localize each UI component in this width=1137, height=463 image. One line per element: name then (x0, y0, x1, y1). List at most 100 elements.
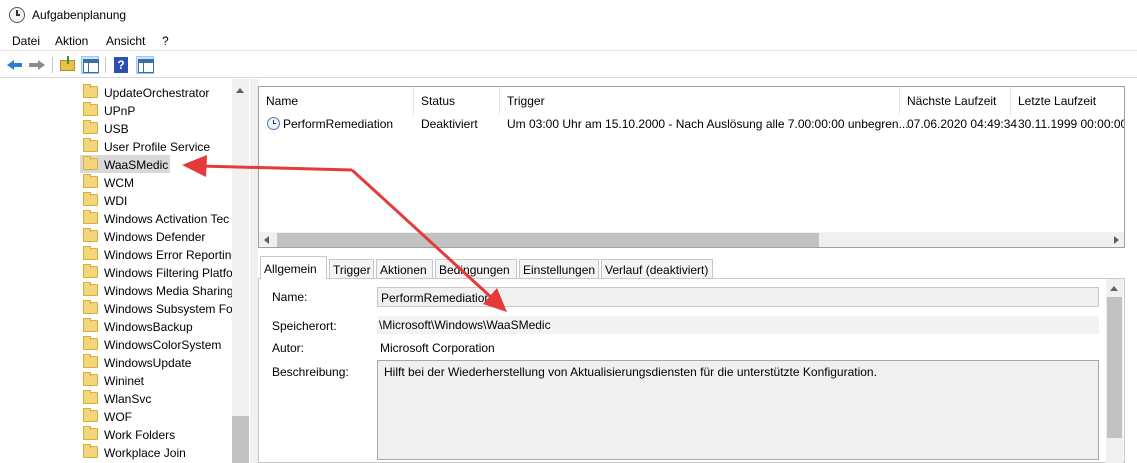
tree-item-windows-filtering-platform[interactable]: Windows Filtering Platfo (80, 263, 233, 281)
tree-item-waasmedic[interactable]: WaaSMedic (80, 155, 170, 173)
location-label: Speicherort: (272, 319, 337, 333)
toolbar-separator (52, 57, 53, 73)
task-last-run: 30.11.1999 00:00:00 (1018, 117, 1125, 131)
menu-help[interactable]: ? (160, 34, 171, 48)
tree-item-label: Wininet (104, 374, 145, 388)
folder-icon (83, 174, 98, 188)
tree-item-wcm[interactable]: WCM (80, 173, 232, 191)
tree-item-label: Windows Defender (104, 230, 206, 244)
back-button[interactable] (6, 56, 24, 74)
name-label: Name: (272, 290, 308, 304)
tree-item-wdi[interactable]: WDI (80, 191, 232, 209)
tree-item-windows-error-reporting[interactable]: Windows Error Reporting (80, 245, 238, 263)
column-header-name[interactable]: Name (259, 87, 414, 115)
pane-splitter[interactable] (250, 79, 258, 463)
folder-icon (83, 444, 98, 458)
description-label: Beschreibung: (272, 365, 349, 379)
author-label: Autor: (272, 341, 305, 355)
show-hide-action-pane-button[interactable] (136, 56, 154, 74)
tree-item-label: WindowsUpdate (104, 356, 192, 370)
task-list-horizontal-scrollbar[interactable] (259, 232, 1124, 247)
tree-item-updateorchestrator[interactable]: UpdateOrchestrator (80, 83, 232, 101)
help-button[interactable]: ? (112, 56, 130, 74)
console-tree: UpdateOrchestrator UPnP USB User Profile… (0, 79, 249, 463)
menu-aktion[interactable]: Aktion (53, 34, 90, 48)
show-hide-pane-icon (83, 59, 99, 73)
tab-einstellungen[interactable]: Einstellungen (519, 259, 599, 278)
tree-item-label: Windows Error Reporting (104, 248, 239, 262)
table-row[interactable]: PerformRemediation Deaktiviert Um 03:00 … (259, 115, 1125, 133)
menu-datei[interactable]: Datei (10, 34, 42, 48)
tab-allgemein[interactable]: Allgemein (260, 256, 327, 279)
location-field[interactable]: \Microsoft\Windows\WaaSMedic (377, 316, 1099, 334)
window-title: Aufgabenplanung (32, 8, 127, 22)
tree-item-windowscolorsystem[interactable]: WindowsColorSystem (80, 335, 232, 353)
column-header-status[interactable]: Status (414, 87, 500, 115)
scroll-right-icon[interactable] (1114, 236, 1119, 244)
folder-icon (83, 336, 98, 350)
tree-item-windows-media-sharing[interactable]: Windows Media Sharing (80, 281, 234, 299)
tree-item-label: Windows Filtering Platfo (104, 266, 233, 280)
tab-bedingungen[interactable]: Bedingungen (435, 259, 517, 278)
folder-up-icon (60, 56, 75, 71)
column-header-next-run[interactable]: Nächste Laufzeit (900, 87, 1011, 115)
tree-item-windows-activation[interactable]: Windows Activation Tec (80, 209, 232, 227)
folder-icon (83, 210, 98, 224)
tree-item-user-profile-service[interactable]: User Profile Service (80, 137, 232, 155)
folder-icon (83, 318, 98, 332)
folder-icon (83, 354, 98, 368)
tree-item-windowsbackup[interactable]: WindowsBackup (80, 317, 232, 335)
scrollbar-thumb[interactable] (232, 416, 249, 463)
column-header-trigger[interactable]: Trigger (500, 87, 900, 115)
tree-item-upnp[interactable]: UPnP (80, 101, 232, 119)
task-details: Allgemein Trigger Aktionen Bedingungen E… (258, 255, 1137, 463)
tree-scrollbar[interactable] (232, 79, 249, 463)
folder-icon (83, 228, 98, 242)
tree-item-usb[interactable]: USB (80, 119, 232, 137)
tab-aktionen[interactable]: Aktionen (376, 259, 433, 278)
tree-item-label: WCM (104, 176, 134, 190)
folder-icon (83, 426, 98, 440)
folder-icon (83, 372, 98, 386)
tree-item-windows-defender[interactable]: Windows Defender (80, 227, 232, 245)
scroll-left-icon[interactable] (264, 236, 269, 244)
tree-item-windows-subsystem[interactable]: Windows Subsystem For (80, 299, 237, 317)
folder-icon (83, 390, 98, 404)
folder-icon (83, 282, 98, 296)
help-icon: ? (114, 57, 128, 73)
folder-icon (83, 246, 98, 260)
folder-icon (83, 138, 98, 152)
folder-icon (83, 264, 98, 278)
tree-item-work-folders[interactable]: Work Folders (80, 425, 232, 443)
task-name-field[interactable]: PerformRemediation (377, 287, 1099, 307)
scroll-up-icon[interactable] (1110, 286, 1118, 291)
tree-item-label: WindowsColorSystem (104, 338, 222, 352)
menu-ansicht[interactable]: Ansicht (104, 34, 147, 48)
tree-item-windowsupdate[interactable]: WindowsUpdate (80, 353, 232, 371)
up-one-level-button[interactable] (59, 56, 77, 74)
title-bar: Aufgabenplanung (0, 0, 1137, 30)
tab-verlauf[interactable]: Verlauf (deaktiviert) (601, 259, 713, 278)
tree-item-label: WaaSMedic (104, 158, 169, 172)
tree-item-label: UpdateOrchestrator (104, 86, 210, 100)
scroll-up-icon[interactable] (236, 88, 244, 93)
tree-item-wininet[interactable]: Wininet (80, 371, 232, 389)
tree-item-label: WindowsBackup (104, 320, 193, 334)
scrollbar-thumb[interactable] (277, 233, 819, 247)
scrollbar-thumb[interactable] (1107, 297, 1122, 438)
tree-item-wlansvc[interactable]: WlanSvc (80, 389, 232, 407)
tree-item-workplace-join[interactable]: Workplace Join (80, 443, 232, 461)
task-name: PerformRemediation (283, 117, 394, 131)
folder-icon (83, 192, 98, 206)
menu-bar: Datei Aktion Ansicht ? (0, 31, 1137, 51)
task-trigger: Um 03:00 Uhr am 15.10.2000 - Nach Auslös… (507, 117, 909, 131)
tree-item-label: Windows Activation Tec (104, 212, 230, 226)
tree-item-label: Windows Media Sharing (104, 284, 234, 298)
column-header-last-run[interactable]: Letzte Laufzeit (1011, 87, 1124, 115)
details-scrollbar[interactable] (1106, 279, 1123, 463)
show-hide-console-tree-button[interactable] (81, 56, 99, 74)
description-field[interactable]: Hilft bei der Wiederherstellung von Aktu… (377, 360, 1099, 460)
tree-item-wof[interactable]: WOF (80, 407, 232, 425)
forward-button[interactable] (28, 56, 46, 74)
tab-trigger[interactable]: Trigger (329, 259, 374, 278)
